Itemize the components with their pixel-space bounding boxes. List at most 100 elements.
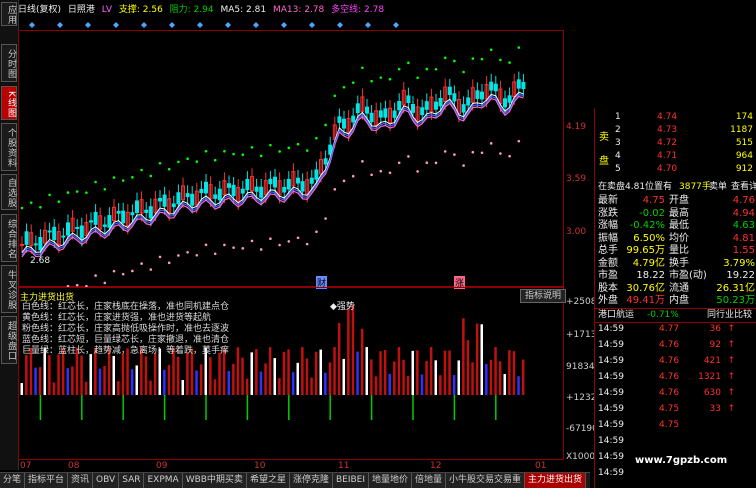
support-dot xyxy=(342,179,346,183)
bottom-tab-bar: 分笔 指标平台 资讯 OBV SAR EXPMA WBB中期买卖 希望之星 涨停… xyxy=(0,472,590,488)
resistance-dot xyxy=(167,167,171,171)
up-arrow-icon: ↑ xyxy=(727,388,735,398)
position-line[interactable]: 在卖盘 4.81位置有 3877手 卖单 查看详细 xyxy=(595,181,756,194)
kline-chart[interactable] xyxy=(18,30,564,287)
resistance-dot xyxy=(195,160,199,163)
level: 4 xyxy=(615,151,621,161)
volume-bar xyxy=(319,349,322,395)
candle-body xyxy=(489,81,494,91)
volume-bar xyxy=(494,347,497,395)
tab-stock-info[interactable]: 个股资料 xyxy=(1,123,17,171)
order-book-row[interactable]: 1 4.74 174 xyxy=(595,111,756,124)
volume-bar xyxy=(181,379,184,395)
sector-name[interactable]: 港口航运 xyxy=(598,309,634,322)
sector-change: -0.71% xyxy=(647,310,679,320)
tab-diagnosis[interactable]: 牛叉诊股 xyxy=(1,265,17,313)
resistance-dot xyxy=(397,67,401,71)
candle-body xyxy=(406,95,411,104)
order-book-row[interactable]: 5 4.70 912 xyxy=(595,163,756,176)
resistance-dot xyxy=(388,77,392,81)
volume: 964 xyxy=(735,151,753,161)
bottom-tab[interactable]: OBV xyxy=(93,473,120,488)
tab-apps[interactable]: 应用 xyxy=(1,2,17,26)
month-tick: 11 xyxy=(338,461,350,471)
bottom-tab[interactable]: 资讯 xyxy=(68,473,94,488)
order-book-row[interactable]: 3 4.72 515 xyxy=(595,137,756,150)
tab-ranking[interactable]: 综合排名 xyxy=(1,214,17,262)
resistance-dot xyxy=(296,142,300,146)
bottom-tab[interactable]: 地量地价 xyxy=(369,473,413,488)
volume-bar xyxy=(466,340,470,395)
resistance-dot xyxy=(305,149,309,152)
resistance-dot xyxy=(121,179,125,182)
volume-bar xyxy=(420,374,424,395)
tick-row: 14:59 4.75 33 ↑ xyxy=(595,403,756,416)
tick-time: 14:59 xyxy=(598,372,624,382)
signal-diamond-icon xyxy=(253,22,259,28)
tab-kline[interactable]: K线图 xyxy=(1,86,17,120)
resistance-dot xyxy=(149,174,153,178)
volume-bar xyxy=(351,304,355,395)
bottom-tab[interactable]: 希望之星 xyxy=(246,473,290,488)
bottom-tab[interactable]: EXPMA xyxy=(144,473,183,488)
candle-body xyxy=(323,158,328,165)
candle-body xyxy=(355,103,360,114)
tab-watchlist[interactable]: 自选股 xyxy=(1,174,17,210)
ma13-value: MA13: 2.78 xyxy=(272,5,325,15)
resistance-dot xyxy=(462,70,465,74)
resistance-dot xyxy=(407,61,410,65)
volume-bar xyxy=(370,359,373,395)
support-dot xyxy=(232,246,235,249)
resistance-dot xyxy=(39,205,42,209)
price: 4.70 xyxy=(657,164,678,174)
bottom-tab-active[interactable]: 主力进货出货 xyxy=(525,473,587,488)
level: 3 xyxy=(615,138,621,148)
sector-line[interactable]: 港口航运 -0.71% 同行业比较 xyxy=(595,308,756,323)
bottom-tab[interactable]: WBB中期买卖 xyxy=(182,473,247,488)
bottom-tab[interactable]: 小牛股交易交易重 xyxy=(446,473,526,488)
support-dot xyxy=(489,142,493,145)
compare-button[interactable]: 同行业比较 xyxy=(707,309,752,322)
period-label[interactable]: 日线(复权) xyxy=(18,5,61,15)
volume-bar xyxy=(475,323,479,395)
volume-bar xyxy=(402,359,405,395)
volume-bar xyxy=(80,355,83,395)
quote-value: -0.02 xyxy=(639,207,665,219)
bottom-tab[interactable]: BEIBEI xyxy=(332,473,369,488)
tab-super-handicap[interactable]: 超级盘口 xyxy=(1,316,17,364)
resistance-dot xyxy=(499,58,502,62)
up-arrow-icon: ↑ xyxy=(727,324,735,334)
volume-bar xyxy=(25,354,28,395)
candle-body xyxy=(240,188,245,194)
diamond-icon: ◆ xyxy=(330,302,337,312)
support-dot xyxy=(213,252,217,256)
tick-price: 4.76 xyxy=(659,340,680,350)
bottom-tab[interactable]: 倍地量 xyxy=(412,473,447,488)
order-book-row[interactable]: 4 4.71 964 xyxy=(595,150,756,163)
resistance-dot xyxy=(250,146,254,149)
candle-body xyxy=(204,181,208,194)
tick-row: 14:59 4.75 xyxy=(595,419,756,432)
detail-link[interactable]: 查看详细 xyxy=(731,181,756,194)
tab-timeshare[interactable]: 分时图 xyxy=(1,44,17,82)
volume-bar xyxy=(38,367,42,395)
candle-body xyxy=(190,193,195,206)
candle-body xyxy=(475,90,480,99)
tick-time: 14:59 xyxy=(598,468,624,478)
bottom-tab[interactable]: 涨停克隆 xyxy=(289,473,333,488)
bottom-tab[interactable]: SAR xyxy=(119,473,145,488)
resistance-dot xyxy=(434,67,438,71)
index-explain-button[interactable]: 指标说明 xyxy=(520,289,567,303)
bottom-tab[interactable]: 分笔 xyxy=(0,473,26,488)
candle-body xyxy=(480,91,484,100)
volume-bar xyxy=(112,355,115,395)
volume-bar xyxy=(429,347,433,395)
legend-line: 粉色线：红芯长，庄家高抛低吸操作时，准也去逐波 xyxy=(22,324,230,334)
order-book-row[interactable]: 2 4.73 1187 xyxy=(595,124,756,137)
quote-value: 4.81 xyxy=(732,232,755,244)
support-dot xyxy=(287,240,291,243)
volume-bar xyxy=(462,318,465,395)
resistance-dot xyxy=(471,57,475,60)
bottom-tab[interactable]: 指标平台 xyxy=(25,473,69,488)
indicator-legend: 白色线：红芯长，庄家栈底在操落，准也同机建点仓 黄色线：红芯长，庄家进货强，准也… xyxy=(22,302,229,357)
